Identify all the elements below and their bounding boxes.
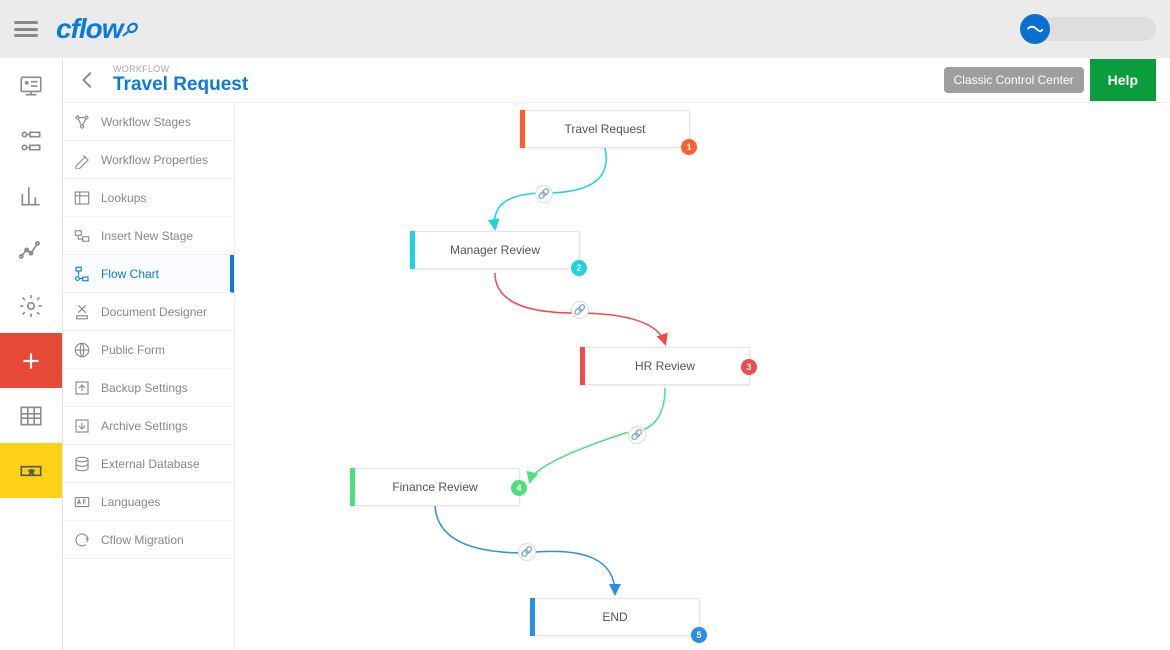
insert-stage-icon <box>73 227 91 245</box>
rail-reports[interactable] <box>0 168 62 223</box>
node-badge: 2 <box>571 260 587 276</box>
document-designer-icon <box>73 303 91 321</box>
logo: cflow⌕ <box>56 13 137 46</box>
rail-analytics[interactable] <box>0 223 62 278</box>
flow-node-travel-request[interactable]: Travel Request 1 <box>520 110 690 148</box>
panel-archive-settings[interactable]: Archive Settings <box>63 407 234 445</box>
panel-workflow-properties[interactable]: Workflow Properties <box>63 141 234 179</box>
node-label: Manager Review <box>450 243 540 257</box>
panel-insert-stage[interactable]: Insert New Stage <box>63 217 234 255</box>
archive-icon <box>73 417 91 435</box>
node-badge: 1 <box>681 139 697 155</box>
public-form-icon <box>73 341 91 359</box>
rail-workflow[interactable] <box>0 113 62 168</box>
panel-public-form[interactable]: Public Form <box>63 331 234 369</box>
left-rail <box>0 58 63 650</box>
user-menu[interactable] <box>1020 14 1156 44</box>
node-label: Travel Request <box>565 122 646 136</box>
panel-flow-chart[interactable]: Flow Chart <box>63 255 234 293</box>
classic-control-button[interactable]: Classic Control Center <box>944 67 1084 93</box>
flow-node-finance-review[interactable]: Finance Review 4 <box>350 468 520 506</box>
panel-lookups[interactable]: Lookups <box>63 179 234 217</box>
panel-backup-settings[interactable]: Backup Settings <box>63 369 234 407</box>
page-header: WORKFLOW Travel Request Classic Control … <box>63 58 1170 103</box>
node-label: END <box>602 610 627 624</box>
node-label: Finance Review <box>392 480 477 494</box>
node-badge: 4 <box>511 480 527 496</box>
link-handle[interactable]: 🔗 <box>628 426 646 444</box>
back-arrow-icon[interactable] <box>77 69 99 91</box>
node-badge: 5 <box>691 627 707 643</box>
flowchart-icon <box>73 265 91 283</box>
rail-settings[interactable] <box>0 278 62 333</box>
flow-node-manager-review[interactable]: Manager Review 2 <box>410 231 580 269</box>
top-bar: cflow⌕ <box>0 0 1170 58</box>
node-badge: 3 <box>741 359 757 375</box>
flow-canvas[interactable]: 🔗 🔗 🔗 🔗 Travel Request 1 Manager Review … <box>235 103 1170 650</box>
link-handle[interactable]: 🔗 <box>571 301 589 319</box>
settings-panel: Workflow Stages Workflow Properties Look… <box>63 103 235 650</box>
link-handle[interactable]: 🔗 <box>535 185 553 203</box>
panel-languages[interactable]: Languages <box>63 483 234 521</box>
panel-external-database[interactable]: External Database <box>63 445 234 483</box>
properties-icon <box>73 151 91 169</box>
rail-ticket[interactable] <box>0 443 62 498</box>
backup-icon <box>73 379 91 397</box>
panel-cflow-migration[interactable]: Cflow Migration <box>63 521 234 559</box>
rail-dashboard[interactable] <box>0 58 62 113</box>
panel-document-designer[interactable]: Document Designer <box>63 293 234 331</box>
node-label: HR Review <box>635 359 695 373</box>
panel-workflow-stages[interactable]: Workflow Stages <box>63 103 234 141</box>
database-icon <box>73 455 91 473</box>
rail-add[interactable] <box>0 333 62 388</box>
stages-icon <box>73 113 91 131</box>
link-handle[interactable]: 🔗 <box>518 543 536 561</box>
rail-table[interactable] <box>0 388 62 443</box>
breadcrumb: WORKFLOW <box>113 64 248 74</box>
help-button[interactable]: Help <box>1090 59 1156 101</box>
hamburger-icon[interactable] <box>14 17 38 41</box>
languages-icon <box>73 493 91 511</box>
lookups-icon <box>73 189 91 207</box>
migration-icon <box>73 531 91 549</box>
page-title: Travel Request <box>113 74 248 96</box>
flow-node-hr-review[interactable]: HR Review 3 <box>580 347 750 385</box>
avatar-icon <box>1020 14 1050 44</box>
flow-node-end[interactable]: END 5 <box>530 598 700 636</box>
